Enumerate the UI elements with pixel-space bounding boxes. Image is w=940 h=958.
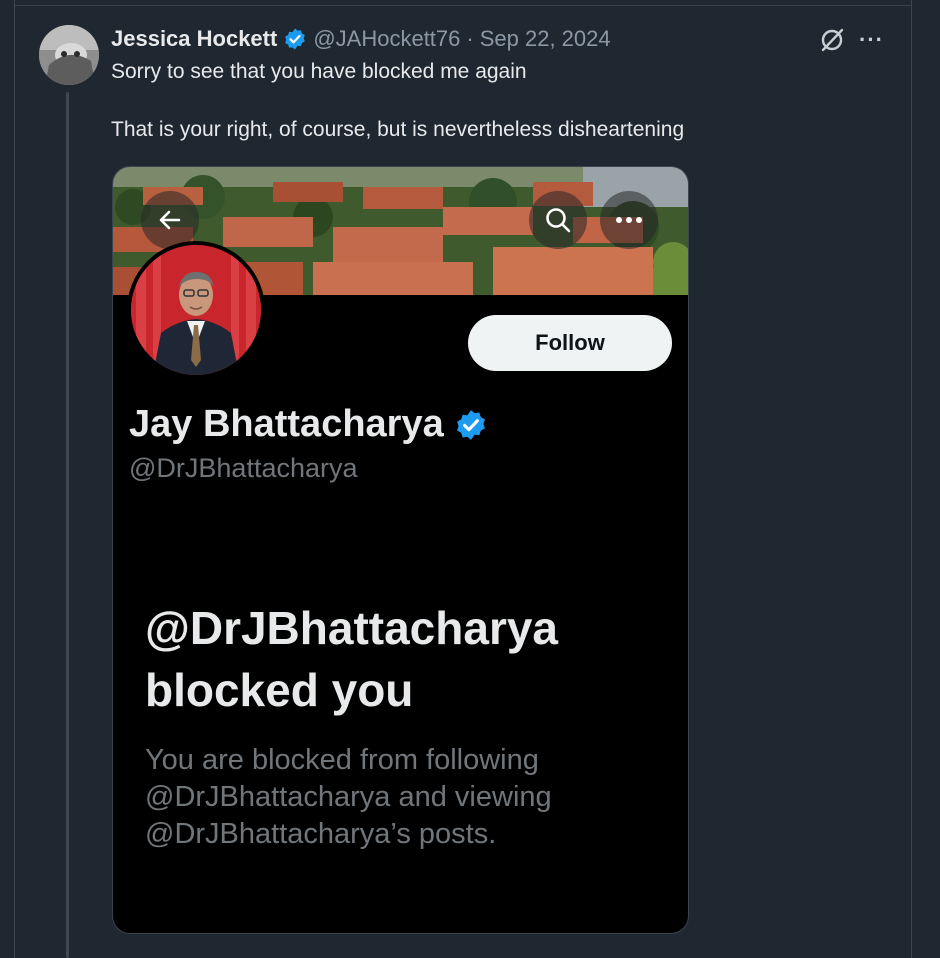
more-icon[interactable]: ··· [859,29,887,51]
author-handle[interactable]: @JAHockett76 [313,26,460,52]
separator-dot: · [466,26,474,51]
frame-border-right [911,0,912,958]
tweet-date[interactable]: Sep 22, 2024 [480,26,611,52]
author-display-name[interactable]: Jessica Hockett [111,26,277,52]
blocked-title: @DrJBhattacharya blocked you [145,597,558,721]
profile-handle: @DrJBhattacharya [129,453,358,483]
verified-badge-icon [283,27,307,51]
blocked-description: You are blocked from following @DrJBhatt… [145,742,552,853]
blocked-desc-line-2: @DrJBhattacharya and viewing [145,781,552,813]
overflow-menu-icon[interactable] [600,191,658,249]
grok-icon[interactable] [818,26,846,54]
avatar-image [39,25,99,85]
verified-badge-icon [454,408,488,442]
thread-connector-line [66,92,69,958]
tweet-text: Sorry to see that you have blocked me ag… [111,58,891,144]
blocked-title-line-2: blocked you [145,664,414,716]
profile-display-name-text: Jay Bhattacharya [129,403,444,445]
profile-avatar-image [131,245,261,375]
blocked-desc-line-1: You are blocked from following [145,744,539,776]
follow-button[interactable]: Follow [468,315,672,371]
frame-border-left [14,0,15,958]
search-icon[interactable] [529,191,587,249]
tweet-text-line-2: That is your right, of course, but is ne… [111,118,685,141]
author-avatar[interactable] [39,25,99,85]
blocked-title-line-1: @DrJBhattacharya [145,602,559,654]
frame-border-top [14,5,912,6]
profile-avatar[interactable] [127,241,265,379]
blocked-desc-line-3: @DrJBhattacharya’s posts. [145,818,497,850]
profile-display-name: Jay Bhattacharya [129,403,488,446]
tweet-text-line-1: Sorry to see that you have blocked me ag… [111,60,527,83]
attached-image[interactable]: Follow Jay Bhattacharya @DrJBhattacharya… [112,166,689,934]
tweet-header: Jessica Hockett @JAHockett76 · Sep 22, 2… [111,25,611,53]
